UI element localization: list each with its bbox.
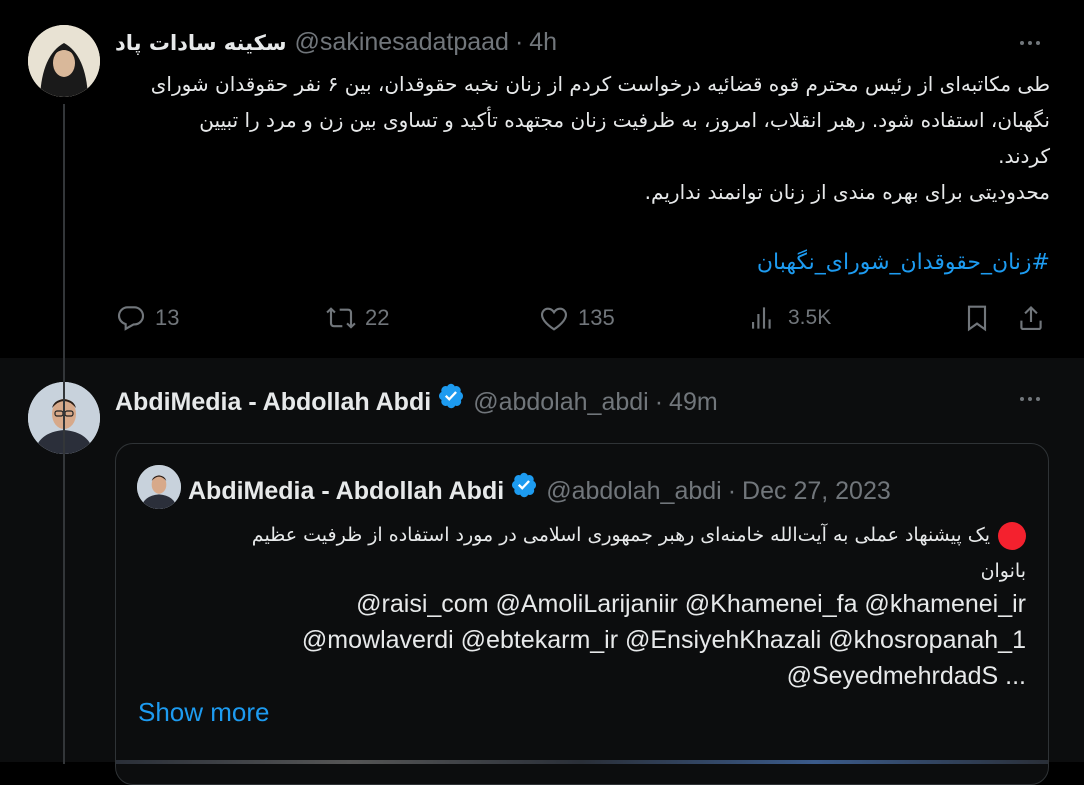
quote-header: AbdiMedia - Abdollah Abdi @abdolah_abdi …	[188, 471, 891, 506]
quote-media-strip[interactable]	[116, 760, 1048, 764]
tweet-text-line: محدودیتی برای بهره مندی از زنان توانمند …	[644, 180, 1050, 204]
tweet-text-line: نگهبان، استفاده شود. رهبر انقلاب، امروز،…	[199, 108, 1050, 132]
display-name[interactable]: سکینه سادات پاد	[115, 31, 287, 55]
quote-text-line: بانوان	[980, 560, 1026, 582]
tweet-actions: 13 22 135 3.5K	[115, 302, 1050, 342]
separator: ·	[727, 477, 737, 505]
separator: ·	[654, 388, 664, 416]
bookmark-button[interactable]	[961, 302, 993, 334]
verified-badge-icon	[437, 382, 465, 417]
tweet-text-line: کردند.	[998, 144, 1050, 168]
bookmark-icon	[967, 305, 987, 332]
display-name: AbdiMedia - Abdollah Abdi	[188, 477, 505, 505]
views-count: 3.5K	[788, 306, 832, 329]
like-button[interactable]: 135	[538, 302, 615, 334]
red-circle-icon	[998, 521, 1026, 550]
repost-icon	[326, 307, 356, 329]
timestamp[interactable]: 4h	[529, 28, 557, 57]
like-count: 135	[578, 305, 615, 330]
tweet-header: سکینه سادات پاد @sakinesadatpaad · 4h	[115, 28, 557, 57]
share-button[interactable]	[1015, 302, 1047, 334]
reply-icon	[117, 306, 145, 331]
reply-count: 13	[155, 305, 180, 330]
quoted-tweet[interactable]: AbdiMedia - Abdollah Abdi @abdolah_abdi …	[115, 443, 1049, 785]
timestamp: Dec 27, 2023	[742, 477, 891, 505]
mentions-line[interactable]: @mowlaverdi @ebtekarm_ir @EnsiyehKhazali…	[302, 626, 1026, 655]
tweet-header: AbdiMedia - Abdollah Abdi @abdolah_abdi …	[115, 382, 718, 417]
share-icon	[1020, 306, 1042, 330]
more-options-icon[interactable]	[1020, 41, 1040, 45]
timestamp[interactable]: 49m	[669, 388, 718, 417]
mentions-line[interactable]: @SeyedmehrdadS ...	[787, 662, 1026, 691]
handle: @abdolah_abdi	[546, 477, 722, 505]
handle[interactable]: @abdolah_abdi	[473, 388, 649, 417]
repost-count: 22	[365, 305, 390, 330]
show-more-link[interactable]: Show more	[138, 697, 270, 728]
repost-button[interactable]: 22	[325, 302, 389, 334]
reply-button[interactable]: 13	[115, 302, 179, 334]
hashtag-link[interactable]: #زنان_حقوقدان_شورای_نگهبان	[115, 245, 1050, 281]
tweet-text-line: طی مکاتبه‌ای از رئیس محترم قوه قضائیه در…	[150, 72, 1050, 96]
heart-icon	[540, 307, 568, 331]
quote-text-line: یک پیشنهاد عملی به آیت‌الله خامنه‌ای رهب…	[138, 517, 1026, 553]
mentions-line[interactable]: @raisi_com @AmoliLarijaniir @Khamenei_fa…	[356, 590, 1026, 619]
thread-connector-line	[63, 104, 65, 764]
verified-badge-icon	[510, 471, 538, 506]
avatar[interactable]	[28, 25, 100, 97]
tweet-text: طی مکاتبه‌ای از رئیس محترم قوه قضائیه در…	[115, 66, 1050, 210]
avatar	[137, 465, 181, 509]
views-button[interactable]: 3.5K	[748, 302, 831, 334]
tweet-sakinesadatpaad[interactable]: سکینه سادات پاد @sakinesadatpaad · 4h طی…	[0, 0, 1084, 358]
display-name[interactable]: AbdiMedia - Abdollah Abdi	[115, 388, 431, 417]
separator: ·	[514, 28, 524, 56]
more-options-icon[interactable]	[1020, 397, 1040, 401]
handle[interactable]: @sakinesadatpaad	[295, 28, 509, 57]
quote-text: یک پیشنهاد عملی به آیت‌الله خامنه‌ای رهب…	[138, 517, 1026, 589]
views-icon	[752, 307, 771, 329]
